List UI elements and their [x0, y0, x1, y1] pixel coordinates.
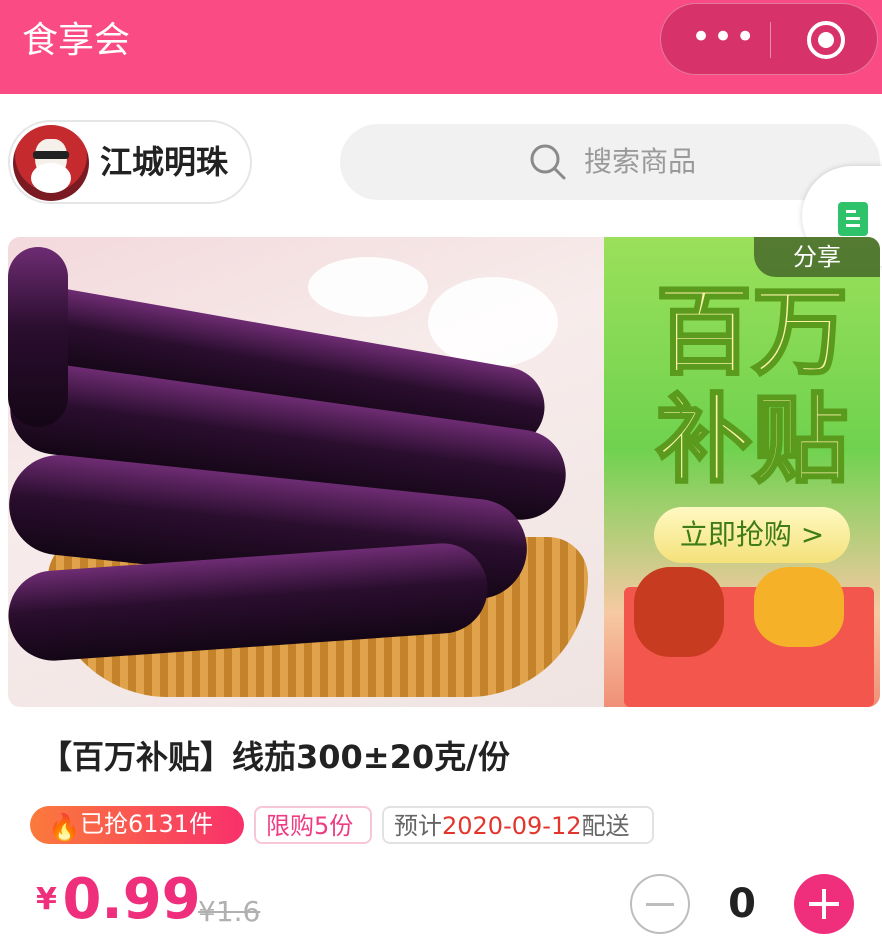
more-dots-icon[interactable]: ••• — [691, 20, 755, 58]
eggplant-stem — [8, 247, 68, 427]
share-label: 分享 — [793, 243, 841, 271]
current-price: ¥ 0.99 — [36, 870, 201, 930]
product-banner[interactable]: 百万 补贴 立即抢购 > 分享 — [8, 237, 880, 707]
fire-icon: 🔥 — [48, 813, 81, 843]
mini-program-close-icon[interactable] — [807, 21, 845, 59]
quantity-value: 0 — [728, 881, 756, 927]
decrease-quantity-button[interactable] — [630, 874, 690, 934]
promo-panel: 百万 补贴 立即抢购 > 分享 — [604, 237, 880, 707]
top-bar: 食享会 ••• — [0, 0, 882, 94]
search-placeholder: 搜索商品 — [584, 145, 697, 178]
flower-decoration — [308, 257, 428, 317]
mango-illustration — [754, 567, 844, 647]
original-price: ¥1.6 — [198, 895, 261, 928]
delivery-prefix: 预计 — [394, 812, 442, 840]
shop-avatar — [13, 125, 89, 201]
price-amount: 0.99 — [62, 867, 201, 932]
document-icon — [838, 202, 868, 236]
lobster-illustration — [634, 567, 724, 657]
buy-now-button[interactable]: 立即抢购 > — [654, 507, 850, 563]
capsule-divider — [770, 22, 771, 58]
currency-symbol: ¥ — [36, 882, 57, 917]
search-icon — [530, 144, 566, 180]
flower-decoration — [428, 277, 558, 367]
share-button[interactable]: 分享 — [754, 237, 880, 277]
eggplant-photo — [8, 237, 604, 707]
delivery-date-badge: 预计2020-09-12配送 — [382, 806, 654, 844]
delivery-date: 2020-09-12 — [442, 812, 582, 840]
delivery-suffix: 配送 — [581, 812, 630, 840]
sold-count-badge: 🔥 已抢6131件 — [30, 806, 244, 844]
sold-count-text: 已抢6131件 — [80, 810, 214, 838]
search-bar[interactable]: 搜索商品 — [340, 124, 880, 200]
shop-name: 江城明珠 — [100, 143, 229, 181]
mini-program-capsule: ••• — [660, 3, 878, 75]
product-title[interactable]: 【百万补贴】线茄300±20克/份 — [40, 735, 510, 779]
avatar-glasses — [33, 151, 69, 159]
app-title: 食享会 — [22, 20, 131, 61]
shop-selector[interactable]: 江城明珠 — [8, 120, 252, 204]
purchase-limit-badge: 限购5份 — [254, 806, 372, 844]
promo-title-line2: 补贴 — [655, 384, 850, 497]
avatar-beard — [31, 163, 71, 193]
promo-title-line1: 百万 — [655, 276, 850, 389]
increase-quantity-button[interactable] — [794, 874, 854, 934]
